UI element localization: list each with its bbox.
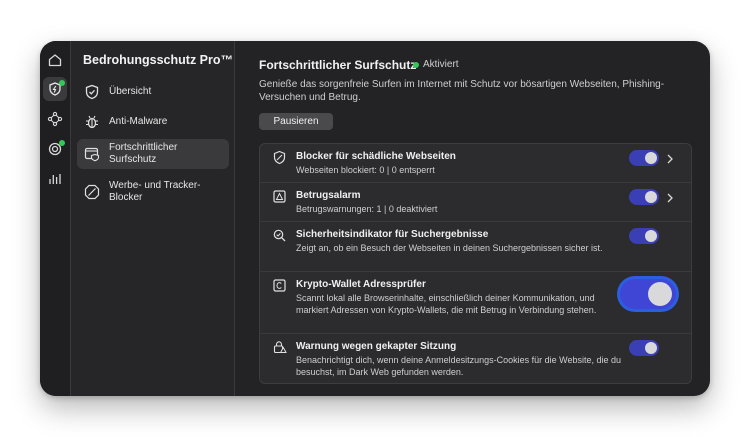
network-icon (47, 111, 63, 127)
chevron-right-icon[interactable] (666, 191, 674, 203)
page-title: Fortschrittlicher Surfschutz (259, 58, 417, 72)
feature-title: Sicherheitsindikator für Suchergebnisse (296, 229, 489, 240)
browser-shield-icon (83, 145, 101, 163)
sidebar-item-anti-malware[interactable]: Anti-Malware (77, 111, 229, 133)
toggle-knob (645, 191, 657, 203)
shield-block-icon (272, 150, 287, 165)
feature-subtitle: Scannt lokal alle Browserinhalte, einsch… (296, 293, 597, 315)
toggle-knob (648, 282, 672, 306)
protection-button[interactable] (43, 77, 67, 101)
app-title: Bedrohungsschutz Pro™ (83, 53, 234, 67)
feature-subtitle: Zeigt an, ob ein Besuch der Webseiten in… (296, 243, 603, 253)
status-text: Aktiviert (423, 59, 459, 70)
feature-title: Betrugsalarm (296, 190, 361, 201)
sidebar-item-label: Übersicht (109, 86, 152, 97)
toggle-knob (645, 230, 657, 242)
pause-button[interactable]: Pausieren (259, 113, 333, 130)
app-window: Bedrohungsschutz Pro™ Übersicht Anti-Mal… (40, 41, 710, 396)
sidebar-item-label: Fortschrittlicher Surfschutz (109, 142, 178, 165)
sidebar-item-overview[interactable]: Übersicht (77, 81, 229, 103)
status-dot (59, 80, 65, 86)
lock-warning-icon (272, 340, 287, 355)
toggle-switch[interactable] (629, 340, 659, 356)
page-description: Genieße das sorgenfreie Surfen im Intern… (259, 79, 665, 103)
sidebar: Bedrohungsschutz Pro™ Übersicht Anti-Mal… (71, 41, 235, 396)
sidebar-item-label: Werbe- und Tracker-Blocker (109, 180, 201, 203)
crypto-wallet-icon (272, 278, 287, 293)
list-item: Betrugsalarm Betrugswarnungen: 1 | 0 dea… (260, 183, 691, 222)
warning-icon (272, 189, 287, 204)
toggle-switch-focused[interactable] (620, 279, 676, 309)
stats-button[interactable] (43, 167, 67, 191)
feature-title: Krypto-Wallet Adressprüfer (296, 279, 426, 290)
blocked-icon (83, 183, 101, 201)
shield-check-icon (83, 83, 101, 101)
feature-subtitle: Betrugswarnungen: 1 | 0 deaktiviert (296, 204, 438, 214)
sidebar-item-web-protection[interactable]: Fortschrittlicher Surfschutz (77, 139, 229, 169)
sidebar-item-label: Anti-Malware (109, 116, 168, 127)
list-item: Warnung wegen gekapter Sitzung Benachric… (260, 334, 691, 383)
feature-subtitle: Benachrichtigt dich, wenn deine Anmeldes… (296, 355, 622, 377)
icon-rail (40, 41, 71, 396)
toggle-knob (645, 342, 657, 354)
feature-title: Warnung wegen gekapter Sitzung (296, 341, 457, 352)
network-button[interactable] (43, 107, 67, 131)
search-check-icon (272, 228, 287, 243)
bar-chart-icon (49, 174, 61, 184)
home-button[interactable] (43, 48, 67, 72)
home-icon (48, 54, 62, 67)
toggle-switch[interactable] (629, 150, 659, 166)
list-item: Krypto-Wallet Adressprüfer Scannt lokal … (260, 272, 691, 334)
feature-list: Blocker für schädliche Webseiten Webseit… (259, 143, 692, 384)
sidebar-item-ad-blocker[interactable]: Werbe- und Tracker-Blocker (77, 177, 229, 207)
main-content: Fortschrittlicher Surfschutz Aktiviert G… (235, 41, 710, 396)
status-badge: Aktiviert (413, 59, 459, 70)
list-item: Sicherheitsindikator für Suchergebnisse … (260, 222, 691, 272)
privacy-button[interactable] (43, 137, 67, 161)
bug-icon (83, 113, 101, 131)
list-item: Blocker für schädliche Webseiten Webseit… (260, 144, 691, 183)
chevron-right-icon[interactable] (666, 152, 674, 164)
toggle-switch[interactable] (629, 228, 659, 244)
feature-title: Blocker für schädliche Webseiten (296, 151, 456, 162)
toggle-switch[interactable] (629, 189, 659, 205)
status-dot (413, 61, 419, 68)
status-dot (59, 140, 65, 146)
feature-subtitle: Webseiten blockiert: 0 | 0 entsperrt (296, 165, 435, 175)
toggle-knob (645, 152, 657, 164)
